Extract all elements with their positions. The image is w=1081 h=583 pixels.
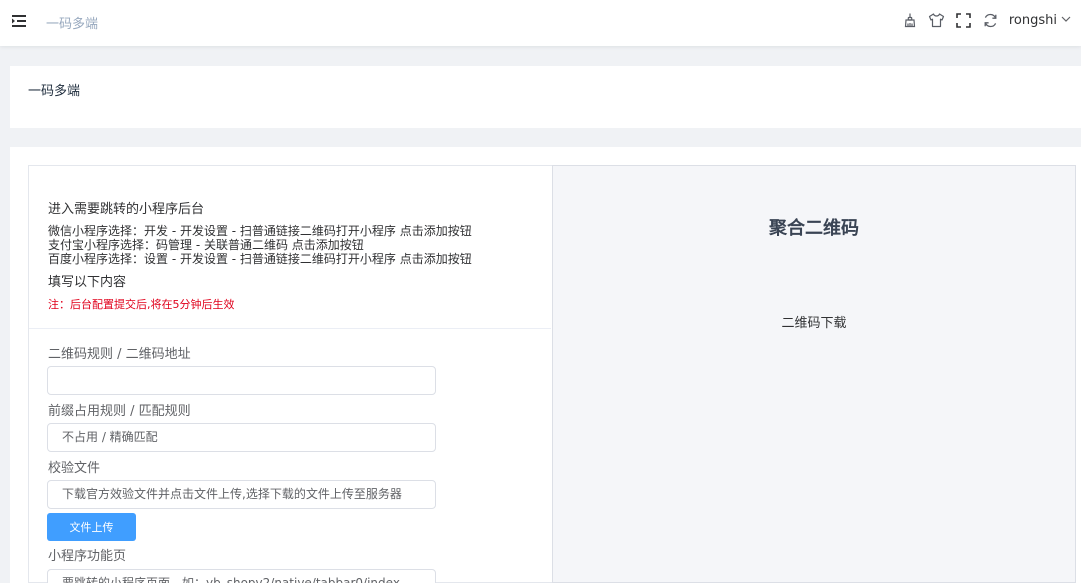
config-panel: 进入需要跳转的小程序后台 微信小程序选择：开发 - 开发设置 - 扫普通链接二维… [28,165,552,583]
page-title-card: 一码多端 [10,66,1081,128]
qrcode-title: 聚合二维码 [769,218,859,239]
shirt-icon[interactable] [928,11,946,29]
baidu-instruction: 百度小程序选择：设置 - 开发设置 - 扫普通链接二维码打开小程序 点击添加按钮 [48,252,472,266]
breadcrumb-title[interactable]: 一码多端 [46,13,98,32]
function-page-input[interactable]: 要跳转的小程序页面，如：yb_shopv2/native/tabbar0/ind… [47,569,436,583]
instructions-heading: 进入需要跳转的小程序后台 [48,202,205,217]
page-title: 一码多端 [28,84,81,99]
wechat-instruction: 微信小程序选择：开发 - 开发设置 - 扫普通链接二维码打开小程序 点击添加按钮 [48,224,472,238]
fullscreen-icon[interactable] [955,11,973,29]
qrcode-download-link[interactable]: 二维码下载 [553,312,1075,331]
qr-rule-input[interactable] [47,366,436,395]
qr-rule-label: 二维码规则 / 二维码地址 [48,347,191,362]
function-page-label: 小程序功能页 [48,549,127,564]
menu-fold-icon[interactable] [12,14,26,28]
prefix-rule-label: 前缀占用规则 / 匹配规则 [48,404,191,419]
verify-file-input[interactable]: 下载官方效验文件并点击文件上传,选择下载的文件上传至服务器 [47,480,436,509]
username-label: rongshi [1008,12,1057,28]
chevron-down-icon [1061,13,1071,28]
instructions: 进入需要跳转的小程序后台 微信小程序选择：开发 - 开发设置 - 扫普通链接二维… [48,202,548,312]
verify-file-label: 校验文件 [48,461,101,476]
brush-icon[interactable] [901,11,919,29]
divider [29,328,551,329]
upload-file-button[interactable]: 文件上传 [47,513,136,541]
prefix-rule-input[interactable]: 不占用 / 精确匹配 [47,423,436,452]
main-card: 进入需要跳转的小程序后台 微信小程序选择：开发 - 开发设置 - 扫普通链接二维… [10,147,1081,583]
user-dropdown[interactable]: rongshi [1009,13,1071,28]
alipay-instruction: 支付宝小程序选择：码管理 - 关联普通二维码 点击添加按钮 [48,238,364,252]
refresh-icon[interactable] [982,11,1000,29]
header-actions: rongshi [901,11,1071,29]
top-navbar: 一码多端 rongshi [0,0,1081,46]
fill-prompt: 填写以下内容 [48,275,127,290]
qrcode-panel: 聚合二维码 二维码下载 [552,165,1076,583]
warning-note: 注：后台配置提交后,将在5分钟后生效 [48,298,235,311]
